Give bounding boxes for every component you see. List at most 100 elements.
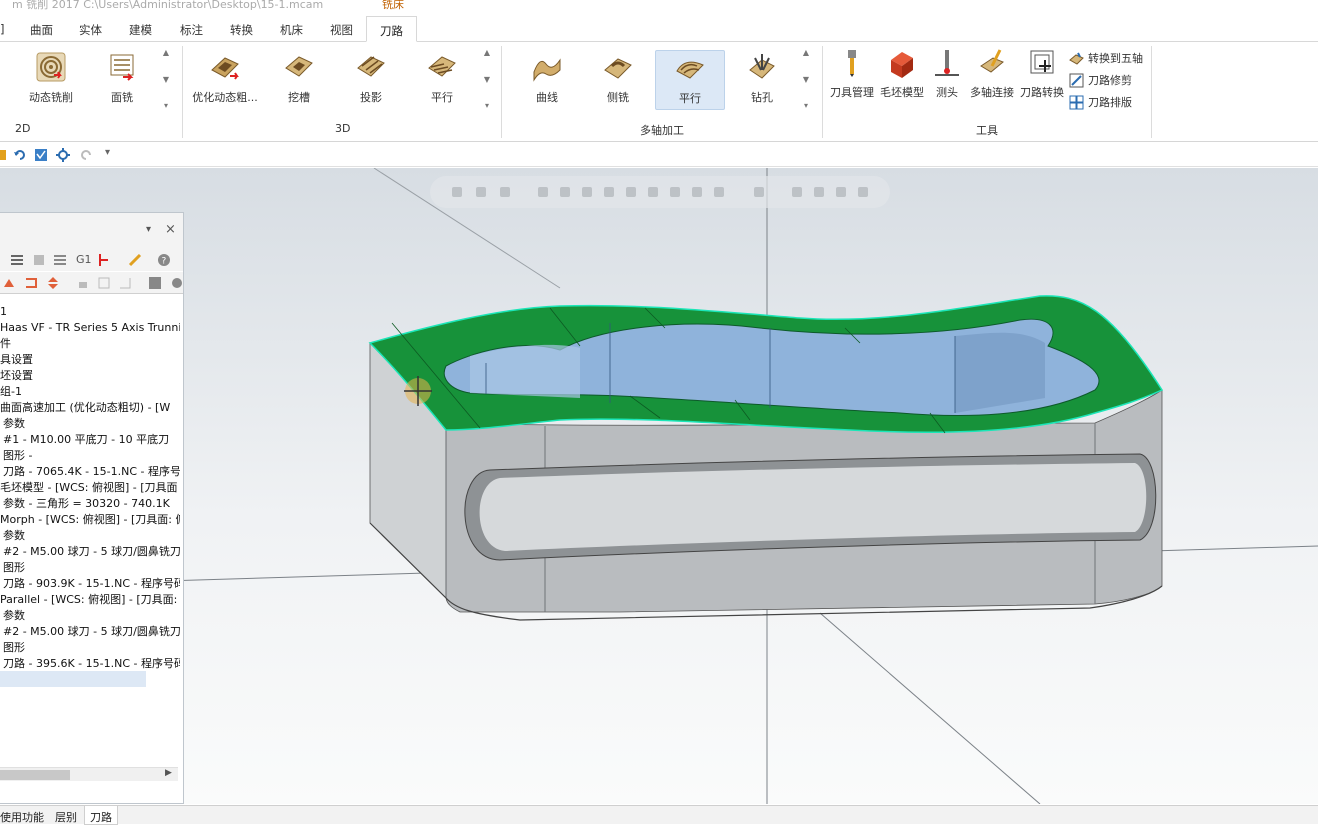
view-tool-icon[interactable] [836,187,846,197]
tab-file[interactable]: ] [0,22,5,36]
tab-surfaces[interactable]: 曲面 [30,22,53,38]
parallel-3d-button[interactable]: 平行 [425,50,459,110]
lock-icon[interactable] [76,276,90,290]
tree-item-machine[interactable]: Haas VF - TR Series 5 Axis Trunnion M [0,320,180,336]
tree-horizontal-scrollbar[interactable]: ▶ [0,767,178,781]
cad-part-view[interactable] [0,168,1318,804]
tab-functions[interactable]: 使用功能 [0,809,44,825]
view-tool-icon[interactable] [670,187,680,197]
tab-solids[interactable]: 实体 [79,22,102,38]
graphics-viewport[interactable] [0,168,1318,804]
swarf-button[interactable]: 侧铣 [598,50,638,110]
tree-item-operation[interactable]: Morph - [WCS: 俯视图] - [刀具面: 俯 [0,512,180,528]
project-button[interactable]: 投影 [354,50,388,110]
probe-button[interactable]: 测头 [933,48,961,108]
tool-manager-button[interactable]: 刀具管理 [829,48,875,108]
tree-item-operation[interactable]: Parallel - [WCS: 俯视图] - [刀具面: [0,592,177,608]
context-tab-mill[interactable]: 铣床 [382,0,404,12]
view-tool-icon[interactable] [604,187,614,197]
gallery-scroll-2d[interactable]: ▲ ▼ ▾ [160,48,172,110]
tree-item-toolpath[interactable]: 刀路 - 395.6K - 15-1.NC - 程序号码 [3,656,180,672]
tree-item-stock-setup[interactable]: 坯设置 [0,368,33,384]
select-all-ops-icon[interactable] [10,253,24,267]
highspeed-verify-icon[interactable] [128,253,142,267]
tree-item-group[interactable]: 组-1 [0,384,22,400]
gallery-scroll-3d[interactable]: ▲ ▼ ▾ [481,48,493,110]
trim-toolpath-button[interactable]: 刀路修剪 [1069,72,1132,88]
tab-toolpaths[interactable]: 刀路 [366,16,417,42]
qat-customize-icon[interactable]: ▾ [105,147,110,158]
simulate-g1-label[interactable]: G1 [76,253,92,266]
stock-model-button[interactable]: 毛坯模型 [879,48,925,108]
view-tool-icon[interactable] [560,187,570,197]
tab-levels[interactable]: 层别 [55,809,77,825]
tree-item-parameters[interactable]: 参数 [3,416,25,432]
clear-icon[interactable] [0,148,8,162]
view-tool-icon[interactable] [648,187,658,197]
close-icon[interactable]: × [165,222,176,237]
move-up-down-icon[interactable] [46,276,60,290]
redo-icon[interactable] [79,148,93,162]
expand-icon[interactable] [170,276,184,290]
undo-icon[interactable] [13,148,27,162]
tree-item-parameters[interactable]: 参数 [3,608,25,624]
pocket-button[interactable]: 挖槽 [282,50,316,110]
nesting-button[interactable]: 刀路排版 [1069,94,1132,110]
tree-item-geometry[interactable]: 图形 - [3,448,32,464]
tree-item-geometry[interactable]: 图形 [3,640,25,656]
convert-to-5axis-button[interactable]: 转换到五轴 [1069,50,1143,66]
toolpath-transform-button[interactable]: 刀路转换 [1019,48,1065,108]
view-tool-icon[interactable] [476,187,486,197]
drill-5ax-button[interactable]: 钻孔 [742,50,782,110]
parallel-multiaxis-button[interactable]: 平行 [655,50,725,110]
scrollbar-thumb[interactable] [0,770,70,780]
tree-item-geometry[interactable]: 图形 [3,560,25,576]
help-icon[interactable]: ? [157,253,171,267]
view-tool-icon[interactable] [500,187,510,197]
insert-arrow-icon[interactable] [24,276,38,290]
view-tool-icon[interactable] [754,187,764,197]
tree-item-operation[interactable]: 曲面高速加工 (优化动态粗切) - [W [0,400,170,416]
opti-rough-button[interactable]: 优化动态粗... [192,50,258,110]
tree-item-tool[interactable]: #2 - M5.00 球刀 - 5 球刀/圆鼻铣刀 [3,624,180,640]
tree-item-tool[interactable]: #1 - M10.00 平底刀 - 10 平底刀 [3,432,169,448]
scroll-right-icon[interactable]: ▶ [165,768,172,778]
tab-view[interactable]: 视图 [330,22,353,38]
panel-menu-icon[interactable]: ▾ [146,224,151,235]
regenerate-icon[interactable] [53,253,67,267]
tree-item-parameters[interactable]: 参数 - 三角形 = 30320 - 740.1K [3,496,170,512]
post-icon[interactable] [97,253,111,267]
tree-item-toolpath[interactable]: 刀路 - 903.9K - 15-1.NC - 程序号码 [3,576,180,592]
tab-dimension[interactable]: 标注 [180,22,203,38]
tab-toolpaths-manager[interactable]: 刀路 [84,806,118,825]
tree-item[interactable]: 1 [0,304,7,320]
select-tool-ops-icon[interactable] [32,253,46,267]
tree-item-operation[interactable]: 毛坯模型 - [WCS: 俯视图] - [刀具面 [0,480,178,496]
view-tool-icon[interactable] [692,187,702,197]
face-mill-button[interactable]: 面铣 [100,50,144,110]
view-tool-icon[interactable] [858,187,868,197]
tree-item-toolpath[interactable]: 刀路 - 7065.4K - 15-1.NC - 程序号码 [3,464,180,480]
view-tool-icon[interactable] [582,187,592,197]
dynamic-mill-button[interactable]: 动态铣削 [26,50,76,110]
analyze-icon[interactable] [34,148,48,162]
view-tool-icon[interactable] [538,187,548,197]
toggle-display-icon[interactable] [97,276,111,290]
curve-button[interactable]: 曲线 [527,50,567,110]
tab-modeling[interactable]: 建模 [129,22,152,38]
tree-item-tool[interactable]: #2 - M5.00 球刀 - 5 球刀/圆鼻铣刀 [3,544,180,560]
multiaxis-link-button[interactable]: 多轴连接 [968,48,1016,108]
view-tool-icon[interactable] [452,187,462,197]
tree-item-properties[interactable]: 件 [0,336,11,352]
toggle-post-icon[interactable] [118,276,132,290]
move-down-icon[interactable] [2,276,16,290]
view-tool-icon[interactable] [714,187,724,197]
only-display-icon[interactable] [148,276,162,290]
tree-item-parameters[interactable]: 参数 [3,528,25,544]
tab-transform[interactable]: 转换 [230,22,253,38]
view-tool-icon[interactable] [814,187,824,197]
settings-icon[interactable] [56,148,70,162]
view-tool-icon[interactable] [626,187,636,197]
tab-machine[interactable]: 机床 [280,22,303,38]
tree-item-tool-settings[interactable]: 具设置 [0,352,33,368]
